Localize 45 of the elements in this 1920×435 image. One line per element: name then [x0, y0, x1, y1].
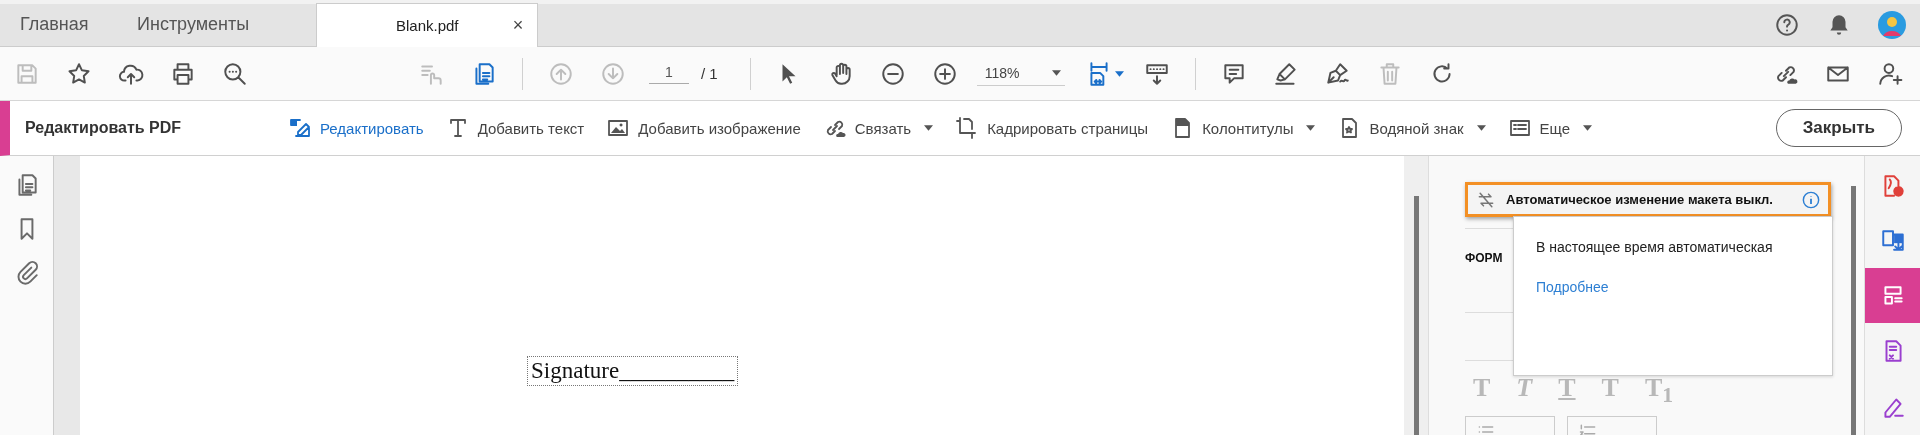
organize-button[interactable] — [1865, 268, 1920, 323]
edit-tool[interactable]: Еще — [1507, 116, 1593, 140]
edit-tool[interactable]: Кадрировать страницы — [955, 116, 1149, 140]
arrow-up-icon — [548, 60, 574, 87]
scrollbar[interactable] — [1851, 186, 1856, 435]
caret-icon — [1114, 70, 1124, 77]
zoom-dropdown[interactable]: 118% — [976, 61, 1065, 86]
arrow-down-icon — [600, 60, 626, 87]
zoom-out-icon — [879, 60, 906, 87]
edit-tool[interactable]: Водяной знак — [1337, 116, 1486, 140]
edit-tool[interactable]: Добавить текст — [445, 116, 585, 140]
search-icon — [222, 60, 248, 87]
print-icon — [170, 60, 196, 87]
caret-icon[interactable] — [1306, 125, 1316, 131]
caret-icon — [1051, 70, 1061, 76]
page-total: / 1 — [701, 65, 718, 82]
edit-tool[interactable]: Колонтитулы — [1170, 116, 1316, 140]
scrollbar[interactable] — [1404, 156, 1428, 435]
edit-tool[interactable]: Связать — [822, 116, 934, 140]
zoom-in-icon — [931, 60, 958, 87]
help-icon[interactable] — [1774, 11, 1800, 38]
tab[interactable]: Главная — [0, 3, 117, 46]
signature-field[interactable]: Signature__________ — [527, 356, 739, 386]
add-user-icon — [1877, 60, 1903, 87]
edit-tool[interactable]: Редактировать — [288, 116, 424, 140]
scrollbar-thumb[interactable] — [1413, 196, 1419, 435]
info-icon[interactable] — [1802, 190, 1820, 209]
tool-title: Редактировать PDF — [24, 119, 183, 137]
section-label: ФОРМ — [1465, 251, 1503, 265]
learn-more-link[interactable]: Подробнее — [1536, 279, 1810, 295]
export-icon — [1879, 227, 1906, 254]
edit-tool[interactable]: Добавить изображение — [606, 116, 801, 140]
close-icon[interactable]: × — [512, 15, 524, 36]
caret-icon[interactable] — [924, 125, 934, 131]
page-number-field[interactable]: 1 — [649, 63, 689, 84]
edit-icon — [288, 116, 312, 140]
tab[interactable]: Blank.pdf × — [316, 3, 539, 47]
layout-toggle[interactable]: Автоматическое изменение макета выкл. — [1465, 182, 1831, 217]
tooltip-text: В настоящее время автоматическая — [1536, 239, 1774, 255]
highlighter-icon — [1272, 60, 1299, 87]
avatar-icon[interactable] — [1878, 10, 1906, 39]
caret-icon[interactable] — [1583, 125, 1593, 131]
caret-icon[interactable] — [1476, 125, 1486, 131]
pen-icon — [1324, 60, 1351, 87]
tab[interactable]: Инструменты — [117, 3, 270, 46]
